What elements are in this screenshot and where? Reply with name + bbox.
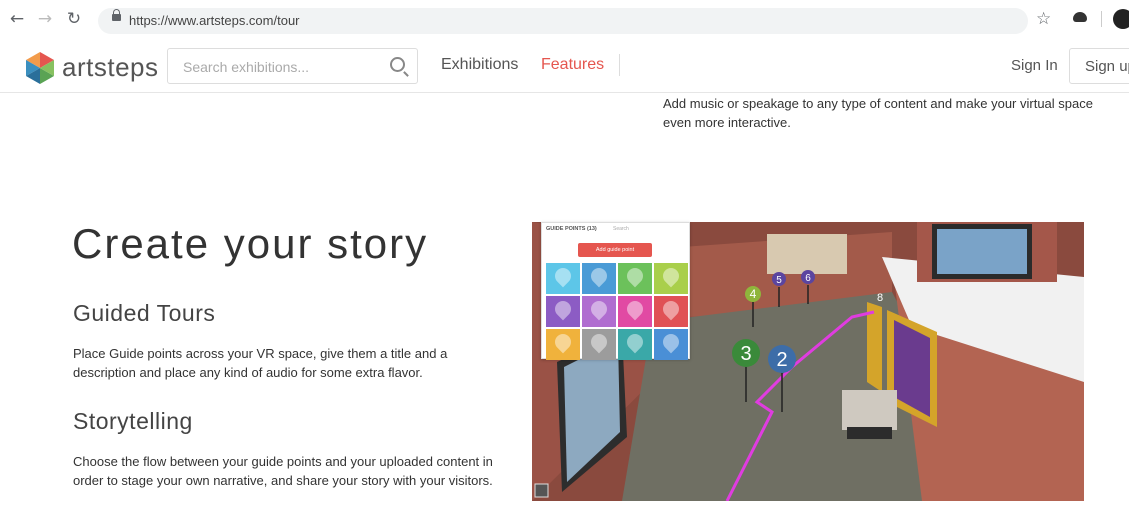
search-input[interactable]: Search exhibitions... [167, 48, 418, 84]
guide-marker-2: 2 [768, 345, 796, 412]
bookmark-star-icon[interactable]: ☆ [1036, 9, 1051, 29]
marker-label-8: 8 [877, 292, 883, 304]
logo-text[interactable]: artsteps [62, 52, 159, 83]
guide-marker-3: 3 [732, 339, 760, 402]
reload-icon[interactable]: ↻ [63, 8, 85, 30]
guide-point-tile [618, 329, 652, 360]
guide-point-tile [546, 329, 580, 360]
toolbar-divider [1101, 11, 1102, 27]
nav-divider [619, 54, 620, 76]
marker-label-5: 5 [776, 275, 782, 286]
browser-toolbar: ← → ↻ https://www.artsteps.com/tour ☆ [0, 0, 1129, 43]
url-text: https://www.artsteps.com/tour [129, 13, 300, 28]
guide-point-tile [618, 263, 652, 294]
guide-point-tile [618, 296, 652, 327]
guide-point-tile [582, 263, 616, 294]
site-header: artsteps Search exhibitions... Exhibitio… [0, 42, 1129, 93]
nav-exhibitions-link[interactable]: Exhibitions [441, 56, 518, 74]
storytelling-heading: Storytelling [73, 408, 193, 434]
add-guide-point-button: Add guide point [578, 243, 652, 257]
lock-icon [112, 9, 121, 21]
search-placeholder: Search exhibitions... [183, 59, 310, 75]
back-icon[interactable]: ← [6, 8, 28, 30]
page-heading: Create your story [72, 220, 429, 267]
guide-point-tile [654, 296, 688, 327]
guide-point-tile [654, 263, 688, 294]
marker-label-2: 2 [776, 349, 787, 371]
guided-tours-text: Place Guide points across your VR space,… [73, 346, 448, 380]
guide-marker-6: 6 [801, 270, 815, 304]
cloud-extension-icon[interactable] [1073, 12, 1087, 22]
forward-icon[interactable]: → [34, 8, 56, 30]
guide-point-tile [654, 329, 688, 360]
marker-label-4: 4 [750, 287, 757, 301]
guide-point-tile [546, 263, 580, 294]
guide-marker-4: 4 [745, 286, 761, 327]
guide-points-panel: GUIDE POINTS (13) Search Add guide point [541, 222, 690, 360]
sign-up-button[interactable]: Sign up [1069, 48, 1129, 84]
nav-features-link[interactable]: Features [541, 56, 604, 74]
guide-point-tile [582, 329, 616, 360]
guide-points-title: GUIDE POINTS (13) [546, 226, 597, 232]
profile-avatar[interactable] [1113, 9, 1129, 29]
storytelling-text: Choose the flow between your guide point… [73, 454, 493, 488]
guide-point-tile [546, 296, 580, 327]
search-icon[interactable] [390, 57, 405, 72]
address-bar[interactable]: https://www.artsteps.com/tour [98, 8, 1028, 34]
guided-tours-heading: Guided Tours [73, 300, 216, 326]
artsteps-logo-icon[interactable] [22, 50, 58, 86]
guide-point-tile [582, 296, 616, 327]
marker-label-6: 6 [805, 273, 811, 284]
guide-points-search: Search [613, 226, 629, 232]
intro-text: Add music or speakage to any type of con… [663, 96, 1093, 130]
guide-marker-5: 5 [772, 272, 786, 307]
guide-point-tiles [546, 263, 688, 360]
marker-label-3: 3 [740, 343, 751, 365]
sign-in-link[interactable]: Sign In [1011, 57, 1058, 74]
